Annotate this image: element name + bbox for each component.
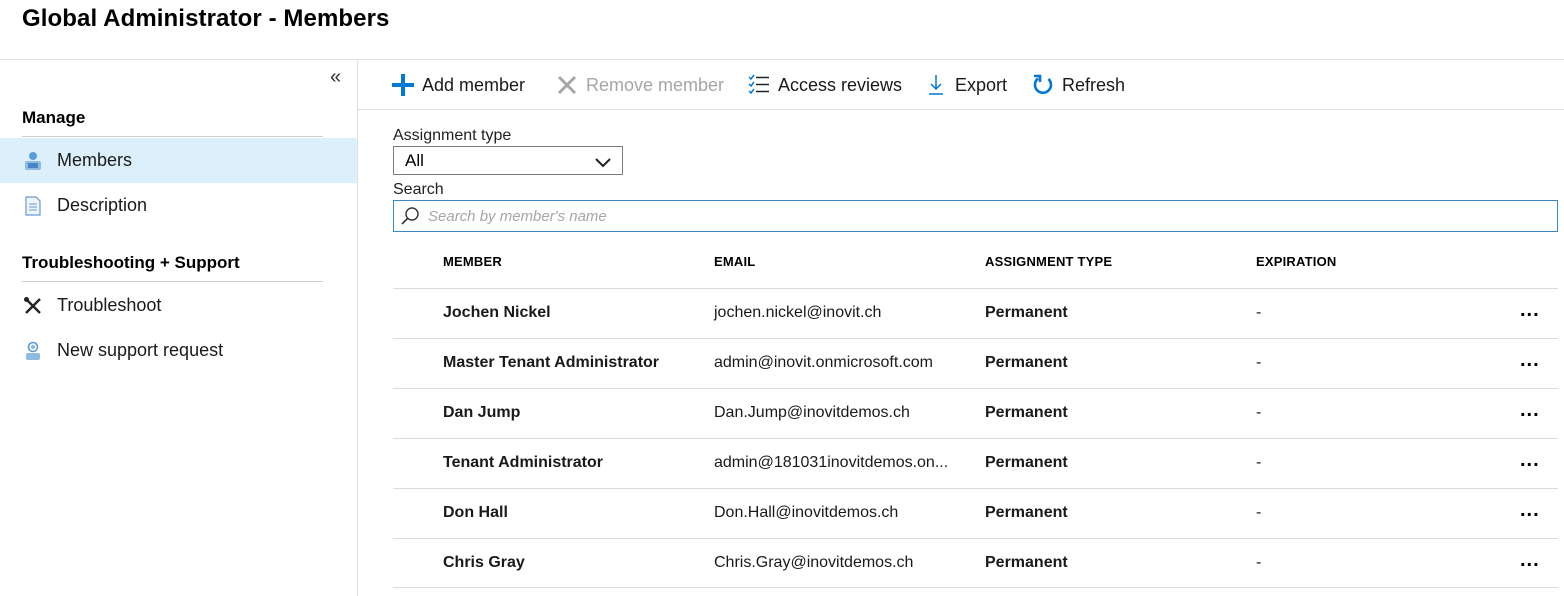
table-row[interactable]: Chris Gray Chris.Gray@inovitdemos.ch Per… bbox=[393, 539, 1558, 588]
section-divider bbox=[22, 136, 323, 137]
more-actions-button[interactable]: ... bbox=[1520, 500, 1540, 520]
expiration: - bbox=[1256, 354, 1262, 371]
export-button[interactable]: Export bbox=[924, 72, 1007, 98]
assignment-type: Permanent bbox=[985, 354, 1068, 371]
section-label-manage: Manage bbox=[22, 108, 86, 127]
search-input[interactable] bbox=[426, 206, 1530, 226]
table-row[interactable]: Dan Jump Dan.Jump@inovitdemos.ch Permane… bbox=[393, 389, 1558, 438]
remove-member-label: Remove member bbox=[586, 74, 725, 95]
plus-icon bbox=[391, 73, 415, 97]
sidebar-item-description[interactable]: Description bbox=[0, 183, 357, 228]
collapse-sidebar-icon[interactable]: « bbox=[330, 66, 341, 89]
remove-x-icon bbox=[555, 73, 579, 97]
column-header-email[interactable]: EMAIL bbox=[714, 254, 755, 269]
more-actions-button[interactable]: ... bbox=[1520, 350, 1540, 370]
member-name: Don Hall bbox=[443, 504, 508, 521]
wrench-screwdriver-icon bbox=[23, 296, 43, 316]
sidebar-item-new-support-request[interactable]: New support request bbox=[0, 328, 357, 373]
search-label: Search bbox=[393, 181, 444, 198]
assignment-type: Permanent bbox=[985, 454, 1068, 471]
member-email: Don.Hall@inovitdemos.ch bbox=[714, 504, 899, 521]
chevron-down-icon bbox=[595, 154, 611, 174]
member-email: Chris.Gray@inovitdemos.ch bbox=[714, 554, 914, 571]
member-email: Dan.Jump@inovitdemos.ch bbox=[714, 404, 910, 421]
column-header-assignment-type[interactable]: ASSIGNMENT TYPE bbox=[985, 254, 1112, 269]
more-actions-button[interactable]: ... bbox=[1520, 400, 1540, 420]
page-title: Global Administrator - Members bbox=[22, 5, 390, 32]
section-divider bbox=[22, 281, 323, 282]
column-header-member[interactable]: MEMBER bbox=[443, 254, 502, 269]
assignment-type: Permanent bbox=[985, 554, 1068, 571]
more-actions-button[interactable]: ... bbox=[1520, 550, 1540, 570]
export-label: Export bbox=[955, 74, 1008, 95]
member-name: Jochen Nickel bbox=[443, 304, 551, 321]
expiration: - bbox=[1256, 304, 1262, 321]
sidebar-item-label: Members bbox=[57, 150, 133, 170]
table-row[interactable]: Tenant Administrator admin@181031inovitd… bbox=[393, 439, 1558, 488]
member-name: Chris Gray bbox=[443, 554, 525, 571]
more-actions-button[interactable]: ... bbox=[1520, 300, 1540, 320]
search-box bbox=[393, 200, 1558, 232]
add-member-button[interactable]: Add member bbox=[391, 72, 525, 98]
member-email: jochen.nickel@inovit.ch bbox=[714, 304, 882, 321]
checklist-icon bbox=[747, 73, 771, 97]
assignment-type-value: All bbox=[405, 150, 424, 170]
member-name: Tenant Administrator bbox=[443, 454, 604, 471]
document-icon bbox=[23, 195, 43, 216]
member-name: Master Tenant Administrator bbox=[443, 354, 660, 371]
sidebar-item-troubleshoot[interactable]: Troubleshoot bbox=[0, 283, 357, 328]
member-email: admin@181031inovitdemos.on... bbox=[714, 454, 949, 471]
expiration: - bbox=[1256, 504, 1262, 521]
assignment-type-label: Assignment type bbox=[393, 127, 512, 144]
expiration: - bbox=[1256, 404, 1262, 421]
members-icon bbox=[23, 151, 43, 171]
refresh-label: Refresh bbox=[1062, 74, 1126, 95]
assignment-type-dropdown[interactable]: All bbox=[393, 146, 623, 175]
more-actions-button[interactable]: ... bbox=[1520, 450, 1540, 470]
refresh-button[interactable]: Refresh bbox=[1031, 72, 1125, 98]
table-row[interactable]: Jochen Nickel jochen.nickel@inovit.ch Pe… bbox=[393, 289, 1558, 338]
command-bar: Add member Remove member Access reviews bbox=[358, 60, 1564, 110]
assignment-type: Permanent bbox=[985, 404, 1068, 421]
member-email: admin@inovit.onmicrosoft.com bbox=[714, 354, 933, 371]
column-header-expiration[interactable]: EXPIRATION bbox=[1256, 254, 1337, 269]
expiration: - bbox=[1256, 554, 1262, 571]
sidebar-item-label: Description bbox=[57, 195, 148, 215]
member-name: Dan Jump bbox=[443, 404, 521, 421]
add-member-label: Add member bbox=[422, 74, 526, 95]
access-reviews-button[interactable]: Access reviews bbox=[747, 72, 902, 98]
assignment-type: Permanent bbox=[985, 504, 1068, 521]
sidebar-item-label: New support request bbox=[57, 340, 224, 360]
sidebar: « Manage Members Description Troubleshoo… bbox=[0, 60, 358, 596]
table-row[interactable]: Master Tenant Administrator admin@inovit… bbox=[393, 339, 1558, 388]
access-reviews-label: Access reviews bbox=[778, 74, 903, 95]
row-divider bbox=[393, 587, 1558, 588]
section-label-troubleshooting: Troubleshooting + Support bbox=[22, 253, 240, 272]
support-person-icon bbox=[23, 341, 43, 361]
sidebar-item-members[interactable]: Members bbox=[0, 138, 357, 183]
remove-member-button[interactable]: Remove member bbox=[555, 72, 724, 98]
assignment-type: Permanent bbox=[985, 304, 1068, 321]
table-row[interactable]: Don Hall Don.Hall@inovitdemos.ch Permane… bbox=[393, 489, 1558, 538]
download-icon bbox=[924, 73, 948, 97]
expiration: - bbox=[1256, 454, 1262, 471]
search-icon bbox=[400, 206, 420, 226]
refresh-icon bbox=[1031, 73, 1055, 97]
sidebar-item-label: Troubleshoot bbox=[57, 295, 162, 315]
